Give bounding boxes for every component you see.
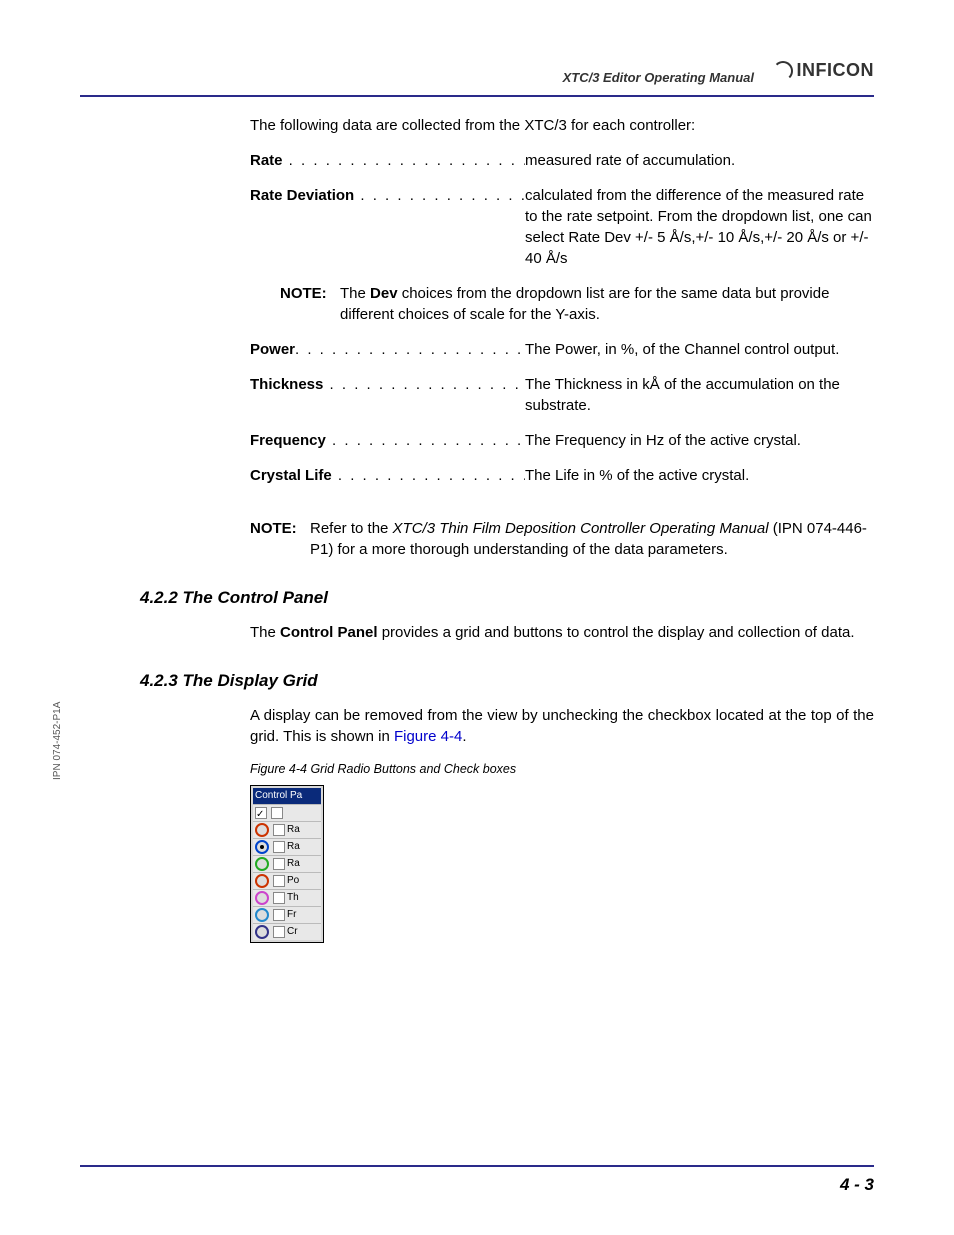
def-desc: calculated from the difference of the me… bbox=[525, 185, 874, 269]
grid-radio[interactable] bbox=[255, 925, 269, 939]
grid-checkbox[interactable] bbox=[273, 875, 285, 887]
note-block: NOTE: The Dev choices from the dropdown … bbox=[250, 283, 874, 325]
definition-row: Rate . . . . . . . . . . . . . . . . . .… bbox=[250, 150, 874, 171]
page-number: 4 - 3 bbox=[80, 1175, 874, 1195]
page-header: XTC/3 Editor Operating Manual INFICON bbox=[80, 65, 874, 95]
leader-dots: . . . . . . . . . . . . . . . . bbox=[354, 187, 525, 204]
def-desc: measured rate of accumulation. bbox=[525, 150, 874, 171]
grid-row-label: Ra bbox=[287, 840, 321, 854]
figure-header-row: ✓ bbox=[253, 804, 321, 821]
note-prefix: The bbox=[340, 285, 370, 302]
definition-row: Thickness . . . . . . . . . . . . . . . … bbox=[250, 374, 874, 416]
leader-dots: . . . . . . . . . . . . . . . . . . . . bbox=[326, 432, 525, 449]
figure-caption: Figure 4-4 Grid Radio Buttons and Check … bbox=[250, 761, 874, 779]
grid-row-label: Ra bbox=[287, 857, 321, 871]
intro-text: The following data are collected from th… bbox=[250, 115, 874, 136]
grid-row-label: Cr bbox=[287, 925, 321, 939]
figure-grid-row: Th bbox=[253, 889, 321, 906]
leader-dots: . . . . . . . . . . . . . . . . . . . . … bbox=[283, 152, 525, 169]
figure-grid-row: Cr bbox=[253, 923, 321, 940]
def-term: Thickness bbox=[250, 376, 323, 393]
figure-grid-row: Fr bbox=[253, 906, 321, 923]
grid-row-label: Po bbox=[287, 874, 321, 888]
logo-swirl-icon bbox=[773, 61, 793, 81]
definition-row: Power. . . . . . . . . . . . . . . . . .… bbox=[250, 339, 874, 360]
grid-checkbox[interactable] bbox=[273, 841, 285, 853]
header-rule bbox=[80, 95, 874, 97]
note-block: NOTE: Refer to the XTC/3 Thin Film Depos… bbox=[250, 518, 874, 560]
definition-row: Rate Deviation . . . . . . . . . . . . .… bbox=[250, 185, 874, 269]
def-term: Rate bbox=[250, 152, 283, 169]
note-text: The Dev choices from the dropdown list a… bbox=[340, 283, 874, 325]
figure-window-title: Control Pa bbox=[253, 788, 321, 804]
para-suffix: provides a grid and buttons to control t… bbox=[378, 624, 855, 641]
grid-radio[interactable] bbox=[255, 857, 269, 871]
note-prefix: Refer to the bbox=[310, 520, 393, 537]
grid-checkbox[interactable] bbox=[273, 892, 285, 904]
para-prefix: A display can be removed from the view b… bbox=[250, 707, 874, 745]
note-bold: Dev bbox=[370, 285, 398, 302]
figure-grid-row: Po bbox=[253, 872, 321, 889]
grid-row-label: Ra bbox=[287, 823, 321, 837]
figure-grid-row: Ra bbox=[253, 821, 321, 838]
def-desc: The Frequency in Hz of the active crysta… bbox=[525, 430, 874, 451]
grid-radio[interactable] bbox=[255, 840, 269, 854]
figure-4-4: Control Pa ✓ Ra Ra Ra Po Th Fr Cr bbox=[250, 785, 324, 943]
footer-rule bbox=[80, 1165, 874, 1167]
note-ital: XTC/3 Thin Film Deposition Controller Op… bbox=[393, 520, 769, 537]
leader-dots: . . . . . . . . . . . . . . . . . . . bbox=[332, 467, 525, 484]
section-422-para: The Control Panel provides a grid and bu… bbox=[250, 622, 874, 643]
grid-radio[interactable] bbox=[255, 908, 269, 922]
note-label: NOTE: bbox=[280, 283, 340, 325]
body-content: The following data are collected from th… bbox=[80, 115, 874, 560]
page-footer: 4 - 3 bbox=[80, 1165, 874, 1195]
grid-row-label: Fr bbox=[287, 908, 321, 922]
note-suffix: choices from the dropdown list are for t… bbox=[340, 285, 829, 323]
def-term: Power bbox=[250, 341, 295, 358]
note-label: NOTE: bbox=[250, 518, 310, 560]
leader-dots: . . . . . . . . . . . . . . . . . . . . bbox=[323, 376, 525, 393]
leader-dots: . . . . . . . . . . . . . . . . . . . . … bbox=[295, 341, 525, 358]
grid-checkbox[interactable] bbox=[273, 824, 285, 836]
header-checkbox-2[interactable] bbox=[271, 807, 283, 819]
header-checkbox-1[interactable]: ✓ bbox=[255, 807, 267, 819]
note-text: Refer to the XTC/3 Thin Film Deposition … bbox=[310, 518, 874, 560]
def-term: Frequency bbox=[250, 432, 326, 449]
grid-radio[interactable] bbox=[255, 874, 269, 888]
def-desc: The Power, in %, of the Channel control … bbox=[525, 339, 874, 360]
figure-grid-row: Ra bbox=[253, 855, 321, 872]
figure-grid-row: Ra bbox=[253, 838, 321, 855]
grid-radio[interactable] bbox=[255, 891, 269, 905]
section-heading-423: 4.2.3 The Display Grid bbox=[140, 671, 874, 691]
def-term: Rate Deviation bbox=[250, 187, 354, 204]
def-term: Crystal Life bbox=[250, 467, 332, 484]
grid-checkbox[interactable] bbox=[273, 909, 285, 921]
grid-row-label: Th bbox=[287, 891, 321, 905]
para-suffix: . bbox=[462, 728, 466, 745]
def-desc: The Life in % of the active crystal. bbox=[525, 465, 874, 486]
definition-row: Crystal Life . . . . . . . . . . . . . .… bbox=[250, 465, 874, 486]
def-desc: The Thickness in kÅ of the accumulation … bbox=[525, 374, 874, 416]
grid-radio[interactable] bbox=[255, 823, 269, 837]
side-ipn-text: IPN 074-452-P1A bbox=[52, 702, 63, 780]
definition-row: Frequency . . . . . . . . . . . . . . . … bbox=[250, 430, 874, 451]
section-heading-422: 4.2.2 The Control Panel bbox=[140, 588, 874, 608]
brand-logo: INFICON bbox=[773, 60, 875, 81]
grid-checkbox[interactable] bbox=[273, 926, 285, 938]
brand-text: INFICON bbox=[797, 60, 875, 81]
figure-link[interactable]: Figure 4-4 bbox=[394, 728, 462, 745]
section-423-para: A display can be removed from the view b… bbox=[250, 705, 874, 747]
grid-checkbox[interactable] bbox=[273, 858, 285, 870]
para-prefix: The bbox=[250, 624, 280, 641]
para-bold: Control Panel bbox=[280, 624, 378, 641]
doc-title: XTC/3 Editor Operating Manual bbox=[563, 70, 754, 85]
